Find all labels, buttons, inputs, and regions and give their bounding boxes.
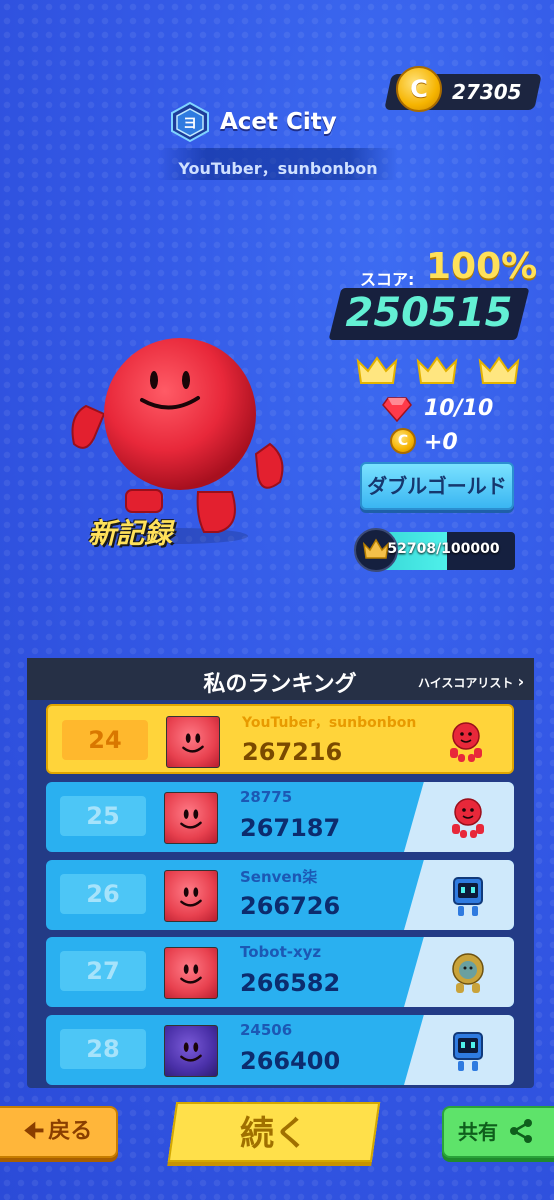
- crown-icon: [416, 356, 458, 384]
- ranking-row[interactable]: 25 28775 267187: [46, 782, 514, 852]
- double-gold-button[interactable]: ダブルゴールド: [360, 462, 514, 510]
- player-name: YouTuber，sunbonbon: [242, 715, 417, 731]
- rank-number: 26: [60, 874, 146, 914]
- player-avatar: [164, 947, 218, 999]
- coin-icon: C: [396, 66, 442, 112]
- character-icon: [442, 718, 490, 766]
- player-name: Tobot-xyz: [240, 943, 322, 961]
- ranking-row[interactable]: 26 Senven柒 266726: [46, 860, 514, 930]
- character-icon: [444, 949, 492, 997]
- player-name: Senven柒: [240, 868, 318, 886]
- rank-number: 24: [62, 720, 148, 760]
- crown-icon: [478, 356, 520, 384]
- level-badge-text: ヨ: [183, 116, 197, 132]
- player-avatar: [166, 716, 220, 768]
- rank-number: 25: [60, 796, 146, 836]
- player-score: 266400: [240, 1047, 341, 1075]
- level-badge-icon: ヨ: [171, 101, 209, 143]
- coin-gain: +0: [424, 430, 458, 455]
- back-button-label: 戻る: [48, 1119, 93, 1144]
- new-record-label: 新記録: [88, 517, 173, 550]
- gem-count: 10/10: [424, 396, 494, 421]
- coin-counter-value: 27305: [452, 80, 522, 104]
- gem-icon: [382, 397, 412, 422]
- rank-number: 28: [60, 1029, 146, 1069]
- ranking-title: 私のランキング: [203, 672, 357, 697]
- share-button-label: 共有: [458, 1120, 498, 1144]
- crown-icon: [356, 356, 398, 384]
- score-percent: 100%: [426, 246, 538, 287]
- player-avatar: [164, 1025, 218, 1077]
- character-icon: [444, 872, 492, 920]
- player-score: 266582: [240, 969, 341, 997]
- player-name: 24506: [240, 1021, 293, 1039]
- ranking-row[interactable]: 27 Tobot-xyz 266582: [46, 937, 514, 1007]
- arrow-left-icon: 🠈: [23, 1119, 45, 1144]
- score-label: スコア:: [360, 270, 415, 289]
- xp-progress-text: 52708/100000: [387, 541, 500, 557]
- player-avatar: [164, 870, 218, 922]
- player-name: YouTuber，sunbonbon: [178, 159, 378, 178]
- highscore-list-label: ハイスコアリスト: [418, 676, 514, 690]
- player-score: 267187: [240, 814, 341, 842]
- highscore-list-link[interactable]: ハイスコアリスト ›: [418, 672, 524, 691]
- player-name: 28775: [240, 788, 293, 806]
- city-name: Acet City: [220, 109, 337, 135]
- player-score: 267216: [242, 738, 343, 766]
- continue-button-label[interactable]: 続く: [172, 1106, 376, 1155]
- back-button[interactable]: 🠈 戻る: [0, 1106, 118, 1158]
- chevron-right-icon: ›: [517, 672, 525, 691]
- player-avatar: [164, 792, 218, 844]
- share-button[interactable]: 共有: [442, 1106, 554, 1158]
- character-icon: [444, 1027, 492, 1075]
- rank-number: 27: [60, 951, 146, 991]
- character-icon: [444, 794, 492, 842]
- coin-icon: C: [390, 428, 416, 454]
- ranking-row[interactable]: 28 24506 266400: [46, 1015, 514, 1085]
- ranking-row[interactable]: 24 YouTuber，sunbonbon 267216: [46, 704, 514, 774]
- share-icon[interactable]: [508, 1118, 534, 1144]
- player-score: 266726: [240, 892, 341, 920]
- score-value: 250515: [345, 290, 513, 336]
